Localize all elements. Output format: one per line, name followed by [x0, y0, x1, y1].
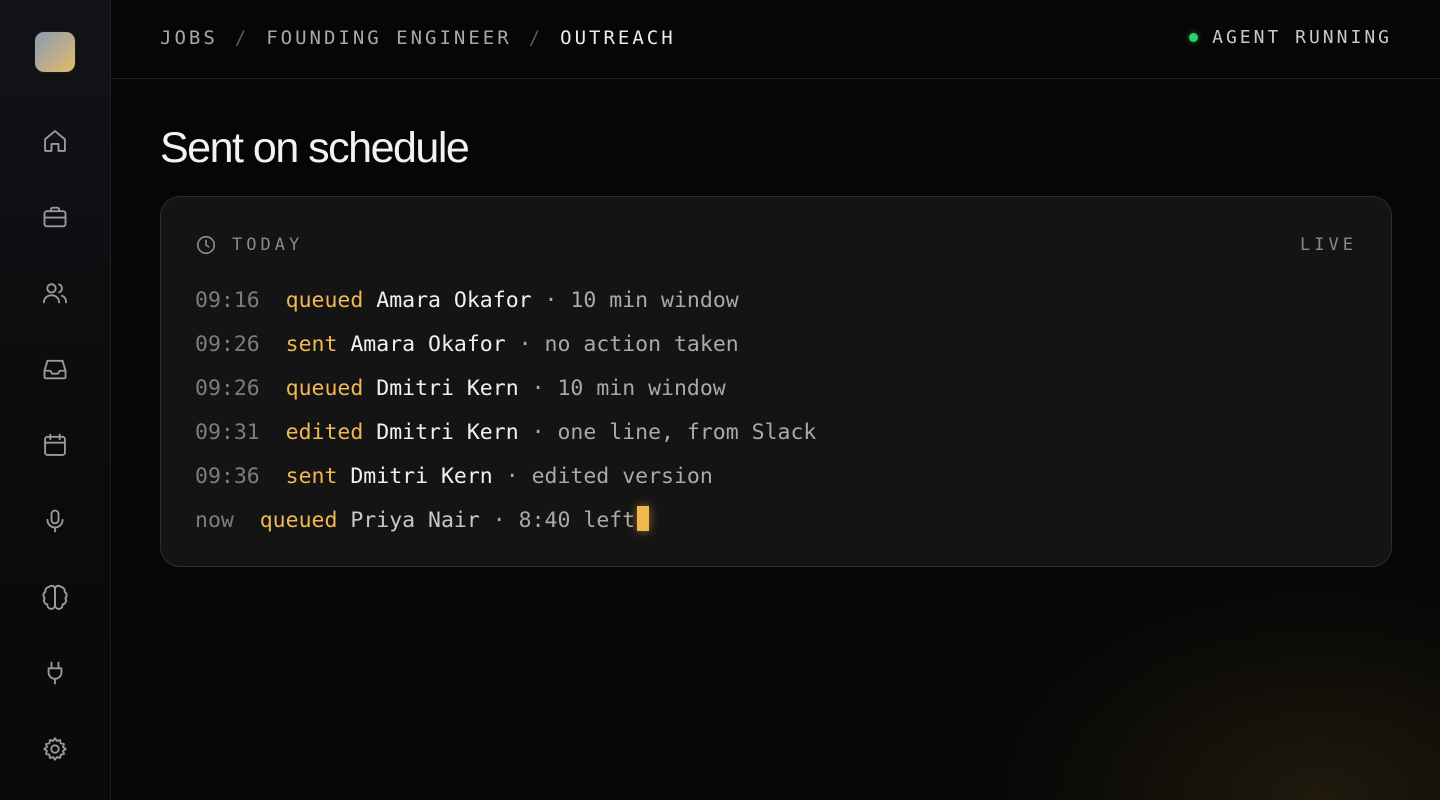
log-name: Dmitri Kern [376, 376, 519, 401]
calendar-icon[interactable] [40, 430, 70, 460]
log-row: 09:16 queued Amara Okafor · 10 min windo… [195, 279, 816, 323]
breadcrumb-founding-engineer[interactable]: FOUNDING ENGINEER [266, 27, 511, 49]
log-event: queued [259, 508, 338, 533]
briefcase-icon[interactable] [40, 202, 70, 232]
log-detail: · 10 min window [531, 376, 726, 401]
log-name: Amara Okafor [350, 332, 506, 357]
log-detail: · edited version [505, 464, 713, 489]
home-icon[interactable] [40, 126, 70, 156]
log-time: 09:26 [195, 376, 260, 401]
card-header: TODAY LIVE [195, 233, 1357, 257]
brain-icon[interactable] [40, 582, 70, 612]
top-bar: JOBS / FOUNDING ENGINEER / OUTREACH AGEN… [111, 0, 1440, 79]
log-time: 09:31 [195, 420, 260, 445]
log-event: edited [285, 420, 364, 445]
log-event: queued [285, 376, 364, 401]
log-name: Dmitri Kern [350, 464, 493, 489]
clock-icon [195, 234, 232, 256]
breadcrumb-outreach: OUTREACH [560, 27, 676, 49]
log-time: 09:36 [195, 464, 260, 489]
log-row: 09:26 queued Dmitri Kern · 10 min window [195, 367, 816, 411]
card-label: TODAY [232, 235, 304, 255]
log-name: Dmitri Kern [376, 420, 519, 445]
log-detail: · no action taken [518, 332, 739, 357]
log-row: 09:26 sent Amara Okafor · no action take… [195, 323, 816, 367]
breadcrumb-separator: / [528, 27, 544, 49]
inbox-icon[interactable] [40, 354, 70, 384]
breadcrumb-jobs[interactable]: JOBS [160, 27, 218, 49]
gear-icon[interactable] [40, 734, 70, 764]
log-row: 09:36 sent Dmitri Kern · edited version [195, 455, 816, 499]
plug-icon[interactable] [40, 658, 70, 688]
activity-log-card: TODAY LIVE 09:16 queued Amara Okafor · 1… [160, 196, 1392, 567]
log-time: 09:16 [195, 288, 260, 313]
log-detail: · one line, from Slack [531, 420, 817, 445]
log-event: sent [285, 464, 338, 489]
users-icon[interactable] [40, 278, 70, 308]
breadcrumb-separator: / [234, 27, 250, 49]
log-row: 09:31 edited Dmitri Kern · one line, fro… [195, 411, 816, 455]
log-time: 09:26 [195, 332, 260, 357]
agent-status: AGENT RUNNING [1189, 27, 1392, 48]
typing-cursor [637, 506, 650, 531]
live-badge: LIVE [1300, 235, 1357, 255]
log-time: now [195, 508, 234, 533]
sidebar [0, 0, 111, 800]
activity-log: 09:16 queued Amara Okafor · 10 min windo… [195, 279, 816, 543]
breadcrumb: JOBS / FOUNDING ENGINEER / OUTREACH [160, 27, 676, 49]
log-name: Amara Okafor [376, 288, 532, 313]
log-row-current: now queued Priya Nair · 8:40 left [195, 499, 816, 543]
log-detail: · 8:40 left [492, 508, 636, 533]
card-label-group: TODAY [195, 234, 303, 256]
microphone-icon[interactable] [40, 506, 70, 536]
log-detail: · 10 min window [544, 288, 739, 313]
page-title: Sent on schedule [160, 124, 470, 172]
app-logo[interactable] [35, 32, 75, 72]
log-name: Priya Nair [350, 508, 480, 533]
agent-status-label: AGENT RUNNING [1212, 27, 1392, 48]
log-event: sent [285, 332, 338, 357]
status-dot-icon [1189, 33, 1199, 42]
log-event: queued [285, 288, 364, 313]
